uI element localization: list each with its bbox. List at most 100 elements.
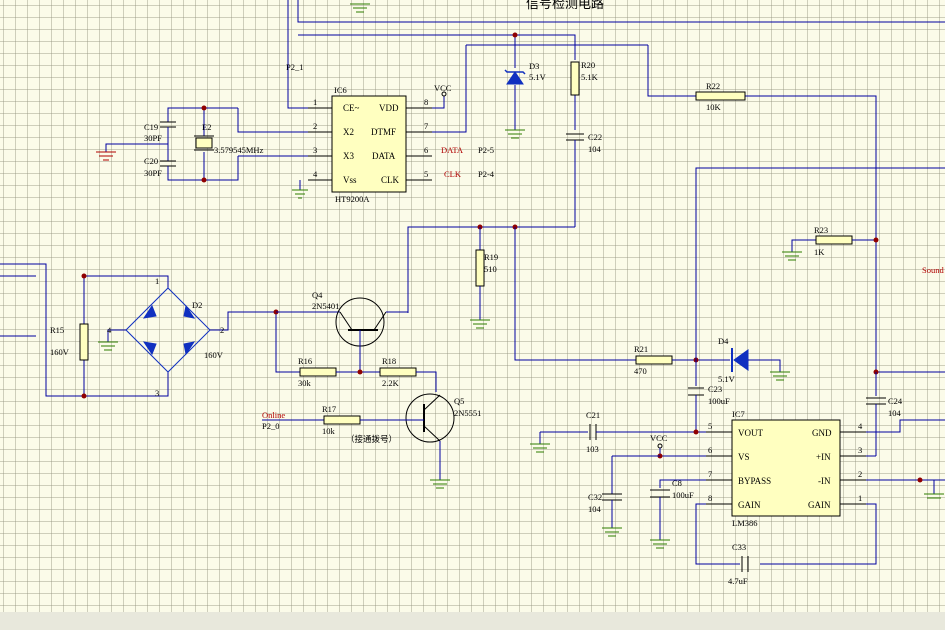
r19-value: 510 bbox=[484, 264, 497, 274]
ht9200-pin-ce: CE~ bbox=[343, 103, 360, 113]
c24-ref: C24 bbox=[888, 396, 903, 406]
c20-ref: C20 bbox=[144, 156, 158, 166]
lm386-pin-minus-in: -IN bbox=[818, 476, 831, 486]
r18-ref: R18 bbox=[382, 356, 396, 366]
transistor-section: Q4 2N5401 R19 510 R16 30k R18 2.2K Q5 2N… bbox=[262, 224, 518, 489]
lm386-pin-gnd: GND bbox=[812, 428, 832, 438]
data-net-label: DATA bbox=[441, 145, 464, 155]
c33-ref: C33 bbox=[732, 542, 746, 552]
lm386-pin-plus-in: +IN bbox=[816, 452, 831, 462]
lm386-pin-vs: VS bbox=[738, 452, 750, 462]
connect-note: （接通拨号） bbox=[346, 434, 397, 444]
ht9200-part: HT9200A bbox=[335, 194, 370, 204]
crystal-section: C19 30PF C20 30PF E2 3.579545MHz bbox=[96, 105, 308, 183]
lm386-pin-2: 2 bbox=[858, 469, 862, 479]
lm386-ref: IC7 bbox=[732, 409, 745, 419]
d4-value: 5.1V bbox=[718, 374, 736, 384]
ht9200-pin-vss: Vss bbox=[343, 175, 357, 185]
q5-ref: Q5 bbox=[454, 396, 464, 406]
r22-value: 10K bbox=[706, 102, 722, 112]
r17-value: 10k bbox=[322, 426, 336, 436]
r21-ref: R21 bbox=[634, 344, 648, 354]
c21-ref: C21 bbox=[586, 410, 600, 420]
ht9200-ref: IC6 bbox=[334, 85, 347, 95]
bottom-status-strip bbox=[0, 612, 945, 630]
r20-ref: R20 bbox=[581, 60, 595, 70]
lm386-pin-gain-r: GAIN bbox=[808, 500, 831, 510]
ht9200-pin-5: 5 bbox=[424, 169, 428, 179]
ht9200-pin-6: 6 bbox=[424, 145, 428, 155]
schematic-svg: 信号检测电路 IC6 HT9200A 1 2 3 4 CE~ X2 X3 Vss bbox=[0, 0, 945, 630]
r15-ref: R15 bbox=[50, 325, 64, 335]
d3-r20-c22: D3 5.1V R20 5.1K C22 104 R22 10K bbox=[504, 32, 746, 154]
c24-value: 104 bbox=[888, 408, 902, 418]
ht9200-pin-vdd: VDD bbox=[379, 103, 399, 113]
d2-value: 160V bbox=[204, 350, 224, 360]
sound-label: Sound bbox=[922, 265, 944, 275]
ht9200-pin-7: 7 bbox=[424, 121, 428, 131]
c19-value: 30PF bbox=[144, 133, 162, 143]
clk-net-label: CLK bbox=[444, 169, 462, 179]
c21-value: 103 bbox=[586, 444, 599, 454]
d2-pin-3: 3 bbox=[155, 388, 159, 398]
ht9200-pin-data: DATA bbox=[372, 151, 396, 161]
c8-value: 100uF bbox=[672, 490, 694, 500]
ht9200-pin-clk: CLK bbox=[381, 175, 400, 185]
q4-value: 2N5401 bbox=[312, 301, 339, 311]
c23-value: 100uF bbox=[708, 396, 730, 406]
q5-value: 2N5551 bbox=[454, 408, 481, 418]
r23-ref: R23 bbox=[814, 225, 828, 235]
lm386-chip: IC7 LM386 5 6 7 8 VOUT VS BYPASS GAIN 4 … bbox=[530, 409, 945, 586]
right-section: R21 470 D4 5.1V C23 100uF R23 1K Sound C… bbox=[514, 167, 945, 456]
c22-value: 104 bbox=[588, 144, 602, 154]
lm386-pin-4: 4 bbox=[858, 421, 863, 431]
e2-value: 3.579545MHz bbox=[214, 145, 264, 155]
bridge-section: R15 160V 4 1 2 3 D2 160V bbox=[0, 263, 300, 399]
r20-value: 5.1K bbox=[581, 72, 599, 82]
c32-ref: C32 bbox=[588, 492, 602, 502]
lm386-pin-bypass: BYPASS bbox=[738, 476, 771, 486]
top-ground-icon bbox=[350, 3, 370, 13]
p2-5-label: P2-5 bbox=[478, 145, 494, 155]
ht9200-pin-dtmf: DTMF bbox=[371, 127, 396, 137]
lm386-pin-1: 1 bbox=[858, 493, 862, 503]
p2-4-label: P2-4 bbox=[478, 169, 495, 179]
d4-ref: D4 bbox=[718, 336, 729, 346]
c22-ref: C22 bbox=[588, 132, 602, 142]
online-label: Online bbox=[262, 410, 285, 420]
d3-ref: D3 bbox=[529, 61, 539, 71]
lm386-pin-5: 5 bbox=[708, 421, 712, 431]
ht9200-pin-2: 2 bbox=[313, 121, 317, 131]
ht9200-pin-x3: X3 bbox=[343, 151, 354, 161]
d2-ref: D2 bbox=[192, 300, 202, 310]
lm386-pin-gain-l: GAIN bbox=[738, 500, 761, 510]
d2-pin-2: 2 bbox=[220, 325, 224, 335]
vcc-label-1: VCC bbox=[434, 83, 452, 93]
c32-value: 104 bbox=[588, 504, 602, 514]
lm386-pin-6: 6 bbox=[708, 445, 712, 455]
r19-ref: R19 bbox=[484, 252, 498, 262]
c19-ref: C19 bbox=[144, 122, 158, 132]
r18-value: 2.2K bbox=[382, 378, 400, 388]
r16-value: 30k bbox=[298, 378, 312, 388]
lm386-pin-8: 8 bbox=[708, 493, 712, 503]
lm386-pin-vout: VOUT bbox=[738, 428, 763, 438]
ht9200-chip: IC6 HT9200A 1 2 3 4 CE~ X2 X3 Vss 8 7 6 … bbox=[292, 83, 495, 204]
r16-ref: R16 bbox=[298, 356, 312, 366]
r22-ref: R22 bbox=[706, 81, 720, 91]
lm386-part: LM386 bbox=[732, 518, 758, 528]
ht9200-pin-1: 1 bbox=[313, 97, 317, 107]
d2-pin-1: 1 bbox=[155, 276, 159, 286]
lm386-pin-3: 3 bbox=[858, 445, 862, 455]
e2-ref: E2 bbox=[202, 122, 211, 132]
ht9200-pin-8: 8 bbox=[424, 97, 428, 107]
schematic-canvas: 信号检测电路 IC6 HT9200A 1 2 3 4 CE~ X2 X3 Vss bbox=[0, 0, 945, 630]
c8-ref: C8 bbox=[672, 478, 682, 488]
c33-value: 4.7uF bbox=[728, 576, 748, 586]
diagram-title: 信号检测电路 bbox=[526, 0, 604, 11]
vcc-label-2: VCC bbox=[650, 433, 668, 443]
r15-value: 160V bbox=[50, 347, 70, 357]
d3-value: 5.1V bbox=[529, 72, 547, 82]
r21-value: 470 bbox=[634, 366, 647, 376]
p2-0-label: P2_0 bbox=[262, 421, 279, 431]
